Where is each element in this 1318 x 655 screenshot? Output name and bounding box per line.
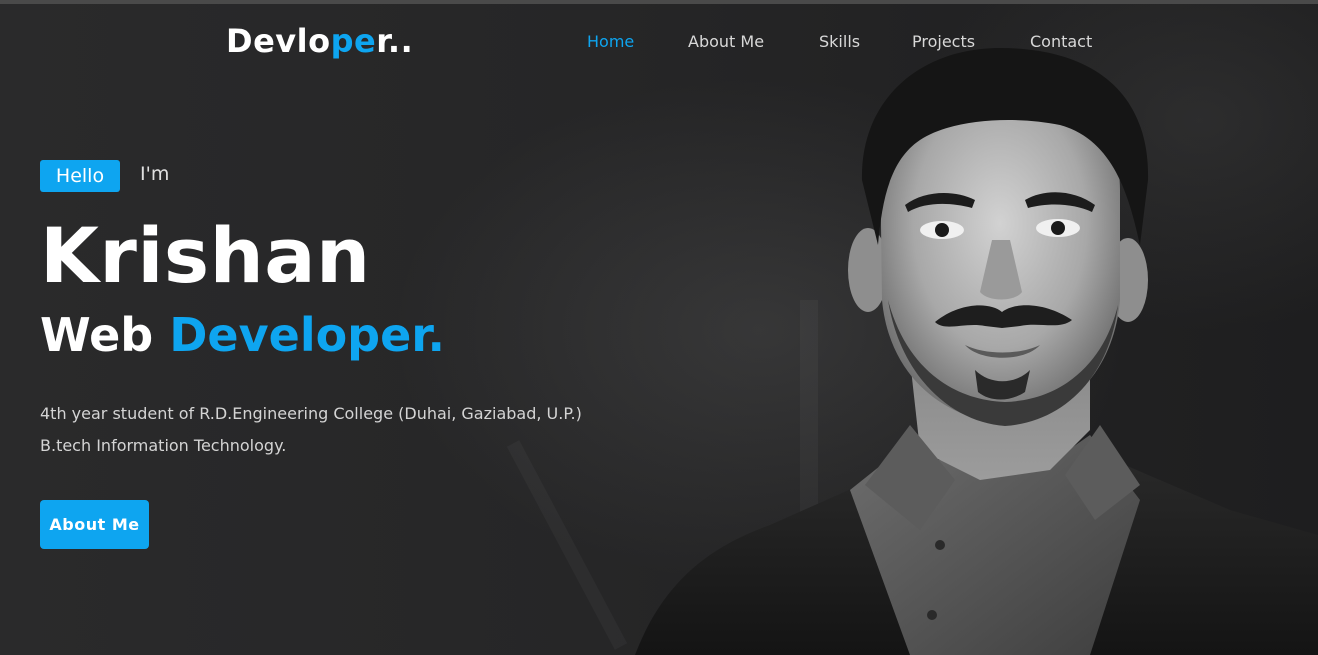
hero-description: 4th year student of R.D.Engineering Coll… <box>40 398 582 462</box>
logo-accent-text: pe <box>330 22 377 60</box>
landing-page: Devloper.. Home About Me Skills Projects… <box>0 0 1318 655</box>
logo-text-end: r.. <box>376 22 414 60</box>
role-prefix: Web <box>40 308 154 362</box>
logo-text: Devlo <box>226 22 331 60</box>
description-line-2: B.tech Information Technology. <box>40 436 287 455</box>
hero-name: Krishan <box>40 211 371 300</box>
site-logo[interactable]: Devloper.. <box>226 22 413 60</box>
about-me-button[interactable]: About Me <box>40 500 149 549</box>
profile-portrait-image <box>635 48 1318 655</box>
hero-role: Web Developer. <box>40 305 445 365</box>
window-top-border <box>0 0 1318 4</box>
role-highlight: Developer. <box>169 308 445 362</box>
intro-text: I'm <box>140 163 170 185</box>
hello-badge: Hello <box>40 160 120 192</box>
background-beam <box>507 440 627 650</box>
description-line-1: 4th year student of R.D.Engineering Coll… <box>40 404 582 423</box>
